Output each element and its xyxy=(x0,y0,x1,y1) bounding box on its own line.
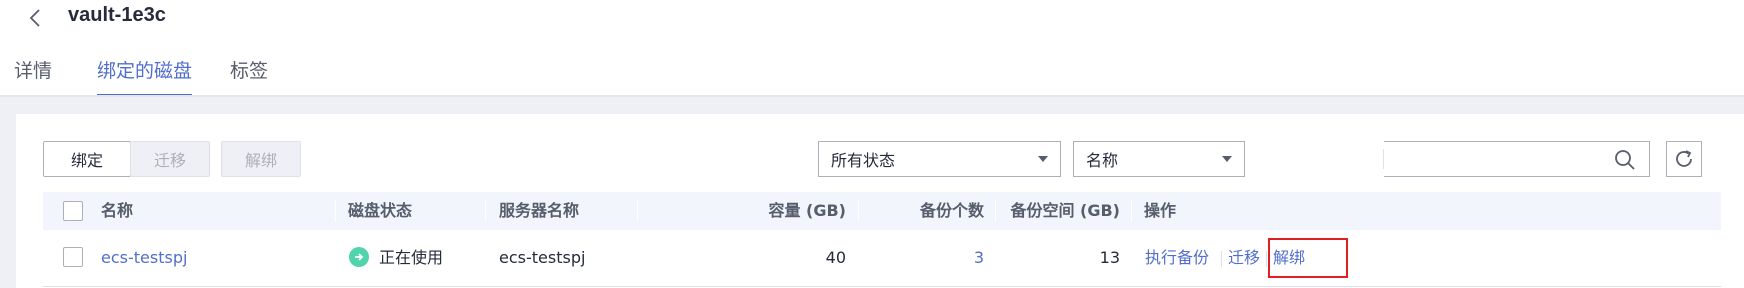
page-title: vault-1e3c xyxy=(68,4,166,26)
column-divider xyxy=(858,200,859,222)
chevron-left-icon xyxy=(29,9,40,27)
column-divider xyxy=(637,200,638,222)
status-filter-value: 所有状态 xyxy=(831,151,896,170)
unbind-button[interactable]: 解绑 xyxy=(221,141,301,177)
back-button[interactable] xyxy=(24,6,48,30)
column-header-actions: 操作 xyxy=(1144,201,1177,220)
disk-status-text: 正在使用 xyxy=(379,248,444,267)
status-filter-select[interactable]: 所有状态 xyxy=(818,141,1061,177)
migrate-link[interactable]: 迁移 xyxy=(1228,248,1260,267)
capacity-value: 40 xyxy=(825,248,846,267)
migrate-button[interactable]: 迁移 xyxy=(130,141,210,177)
table-row: ecs-testspj 正在使用 ecs-testspj 40 3 13 执行备… xyxy=(43,230,1721,287)
column-header-disk-status[interactable]: 磁盘状态 xyxy=(348,192,412,230)
page-header: vault-1e3c xyxy=(0,0,1744,40)
column-header-server-name[interactable]: 服务器名称 xyxy=(499,192,579,230)
execute-backup-link[interactable]: 执行备份 xyxy=(1145,248,1209,267)
action-divider xyxy=(1221,250,1223,267)
search-field-select[interactable]: 名称 xyxy=(1073,141,1245,177)
backup-space-value: 13 xyxy=(1099,248,1120,267)
row-checkbox[interactable] xyxy=(63,247,83,267)
search-icon[interactable] xyxy=(1614,149,1636,171)
column-header-capacity[interactable]: 容量 (GB) xyxy=(639,192,846,230)
disk-name-link[interactable]: ecs-testspj xyxy=(101,230,187,286)
column-divider xyxy=(335,200,336,222)
refresh-button[interactable] xyxy=(1666,141,1702,177)
bind-button[interactable]: 绑定 xyxy=(43,141,131,177)
column-header-backup-space[interactable]: 备份空间 (GB) xyxy=(997,192,1120,230)
column-header-name[interactable]: 名称 xyxy=(101,192,133,230)
tab-bar: 详情 绑定的磁盘 标签 xyxy=(0,52,1744,97)
table-header: 名称 磁盘状态 服务器名称 容量 (GB) 备份个数 备份空间 (GB) 操作 xyxy=(43,192,1721,230)
arrow-right-circle-icon xyxy=(349,246,369,267)
search-input[interactable] xyxy=(1384,141,1650,177)
server-name: ecs-testspj xyxy=(499,248,586,267)
tab-details[interactable]: 详情 xyxy=(14,56,52,94)
caret-down-icon xyxy=(1038,156,1048,162)
tab-tags[interactable]: 标签 xyxy=(230,56,268,94)
highlight-box xyxy=(1268,238,1348,278)
tab-bound-disks[interactable]: 绑定的磁盘 xyxy=(97,56,193,97)
action-divider xyxy=(1266,250,1268,267)
column-divider xyxy=(485,200,486,222)
column-header-backup-count[interactable]: 备份个数 xyxy=(860,192,984,230)
caret-down-icon xyxy=(1222,156,1232,162)
column-divider xyxy=(1131,200,1132,222)
backup-count-link[interactable]: 3 xyxy=(860,230,984,286)
search-divider xyxy=(1383,149,1384,169)
disk-status: 正在使用 xyxy=(349,230,443,286)
select-all-checkbox[interactable] xyxy=(63,201,83,221)
search-field-value: 名称 xyxy=(1086,151,1119,170)
refresh-icon xyxy=(1676,150,1692,167)
column-divider xyxy=(995,200,996,222)
